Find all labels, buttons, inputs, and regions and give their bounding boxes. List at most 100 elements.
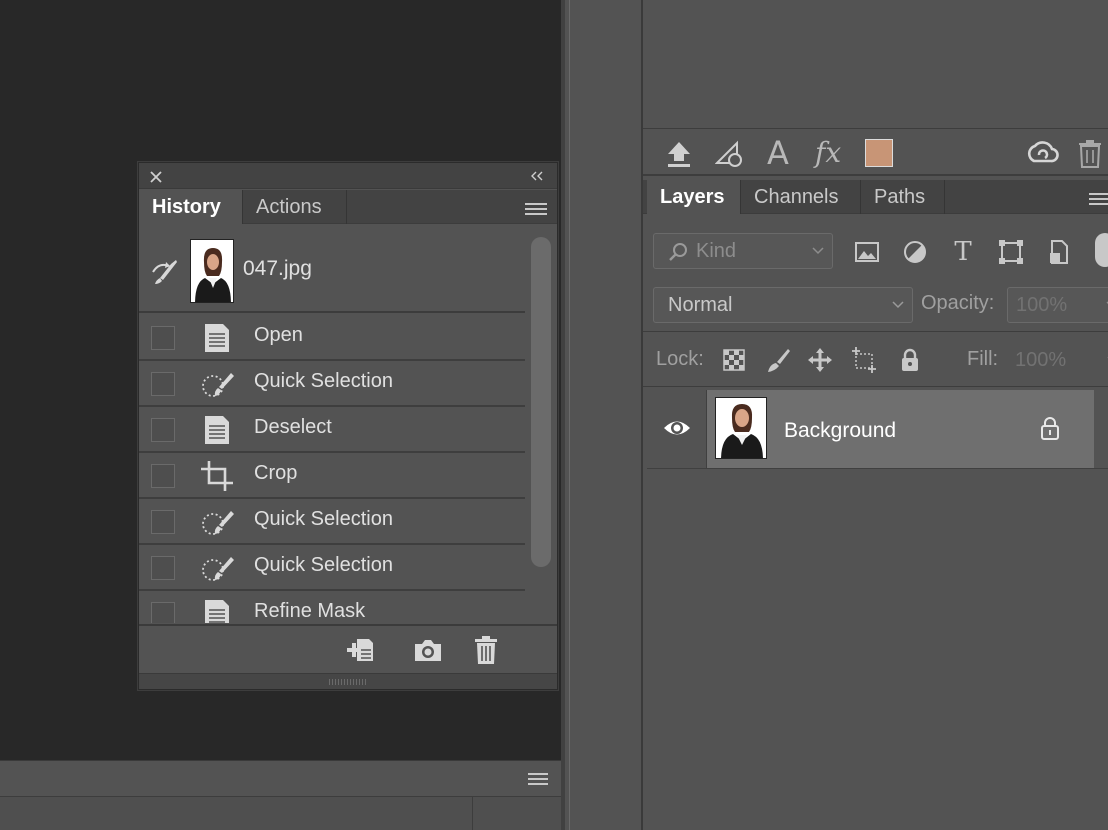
opacity-label: Opacity: [921,292,995,314]
layers-tab-bar: Layers Channels Paths [643,180,1108,214]
history-item-label: Open [254,324,303,346]
adjustment-filter-icon[interactable] [901,238,929,266]
tab-layers[interactable]: Layers [647,180,741,214]
history-checkbox[interactable] [151,372,175,396]
history-snapshot[interactable]: 047.jpg [139,225,525,313]
creative-cloud-icon[interactable] [1025,137,1059,169]
layer-name[interactable]: Background [784,419,896,443]
document-icon [205,324,229,352]
history-item-label: Refine Mask [254,600,366,622]
resize-grip [329,679,367,685]
panel-dock-column [561,0,643,830]
color-swatch[interactable] [865,139,893,167]
history-brush-icon[interactable] [149,258,179,286]
crop-icon [201,461,233,491]
history-item-label: Quick Selection [254,508,393,530]
divider [647,468,1108,469]
eye-icon[interactable] [662,417,692,439]
quick-selection-icon [202,511,234,535]
layer-properties-toolbar: A fx [643,128,1108,176]
fill-label: Fill: [967,348,999,370]
lock-image-pixels-icon[interactable] [765,347,791,373]
history-item[interactable]: Quick Selection [139,361,525,407]
fill-input[interactable]: 100% [1007,343,1108,379]
collapse-icon[interactable] [529,170,545,182]
history-item[interactable]: Open [139,315,525,361]
history-list[interactable]: Open Quick Selection Deselect Crop Quick… [139,315,525,623]
history-checkbox[interactable] [151,418,175,442]
smart-object-filter-icon[interactable] [1045,238,1073,266]
panel-menu-icon[interactable] [1089,192,1108,206]
chevron-down-icon [812,247,824,255]
type-filter-icon[interactable]: T [949,238,977,266]
blend-mode-value: Normal [668,294,733,316]
history-item[interactable]: Refine Mask [139,591,525,623]
history-item[interactable]: Quick Selection [139,499,525,545]
snapshot-name: 047.jpg [243,257,312,280]
snapshot-thumbnail [190,239,234,303]
trash-icon[interactable] [1077,137,1103,169]
bottom-panel-bar [0,760,561,830]
tab-paths[interactable]: Paths [861,180,945,214]
layer-list-edge [1094,390,1108,468]
layers-dock: A fx Layers Channels Paths Kind T Normal… [643,0,1108,830]
history-checkbox[interactable] [151,602,175,623]
lock-position-icon[interactable] [807,347,833,373]
lock-artboard-icon[interactable] [851,347,877,373]
quick-selection-icon [202,373,234,397]
trash-icon[interactable] [473,635,499,665]
text-style-icon[interactable]: A [767,134,799,172]
history-item[interactable]: Quick Selection [139,545,525,591]
quick-selection-icon [202,557,234,581]
history-panel[interactable]: History Actions 047.jpg Open Quick Selec… [138,162,558,690]
panel-header[interactable] [139,163,557,189]
filter-kind-label: Kind [696,240,737,262]
shape-tool-icon[interactable] [715,137,747,169]
layer-thumbnail [715,397,767,459]
history-item[interactable]: Deselect [139,407,525,453]
lock-label: Lock: [656,348,704,370]
history-checkbox[interactable] [151,510,175,534]
new-document-from-state-icon[interactable] [345,636,375,664]
lock-transparent-pixels-icon[interactable] [721,347,747,373]
visibility-cell[interactable] [647,390,707,468]
upload-icon[interactable] [663,137,695,169]
blend-mode-select[interactable]: Normal [653,287,913,323]
filter-toggle[interactable] [1095,233,1108,267]
document-icon [205,600,229,623]
opacity-value: 100% [1016,294,1068,316]
tab-actions[interactable]: Actions [243,190,347,224]
history-checkbox[interactable] [151,464,175,488]
layer-row[interactable]: Background [647,390,1094,468]
history-tab-bar: History Actions [139,190,557,224]
lock-row: Lock: Fill: 100% [643,331,1108,387]
shape-filter-icon[interactable] [997,238,1025,266]
history-item-label: Crop [254,462,298,484]
history-item-label: Quick Selection [254,554,393,576]
history-checkbox[interactable] [151,326,175,350]
history-item[interactable]: Crop [139,453,525,499]
panel-resize-handle[interactable] [139,673,557,689]
tab-history[interactable]: History [139,190,243,224]
history-checkbox[interactable] [151,556,175,580]
opacity-input[interactable]: 100% [1007,287,1108,323]
panel-menu-icon[interactable] [525,202,547,216]
chevron-down-icon [892,301,904,309]
history-item-label: Deselect [254,416,332,438]
scrollbar-thumb[interactable] [531,237,551,567]
history-item-label: Quick Selection [254,370,393,392]
fx-icon[interactable]: fx [815,134,847,169]
lock-icon [1041,417,1059,440]
layer-filter-kind-select[interactable]: Kind [653,233,833,269]
search-icon [669,243,687,261]
bottom-strip [0,796,561,830]
image-filter-icon[interactable] [853,238,881,266]
close-icon[interactable] [149,170,163,184]
document-icon [205,416,229,444]
history-scrollbar[interactable] [525,225,557,623]
panel-menu-icon[interactable] [528,772,548,786]
history-footer [139,624,557,672]
camera-icon[interactable] [413,637,443,663]
lock-all-icon[interactable] [897,347,923,373]
tab-channels[interactable]: Channels [741,180,861,214]
